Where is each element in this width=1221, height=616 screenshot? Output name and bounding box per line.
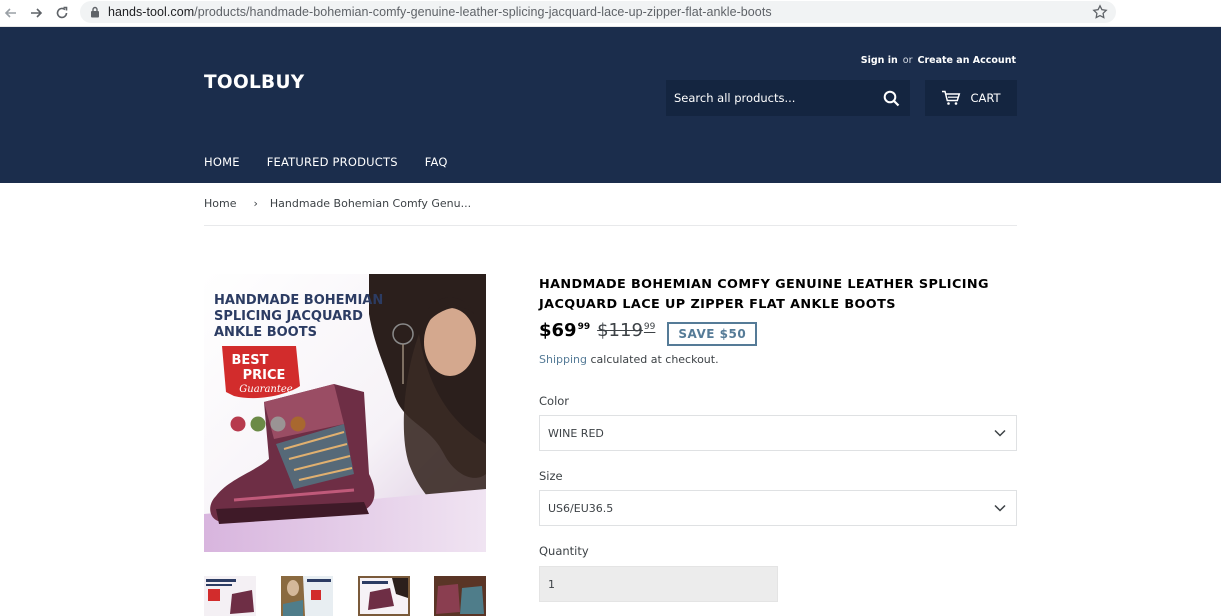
swatch-grey [270, 416, 286, 432]
color-select[interactable]: WINE RED [539, 415, 1017, 451]
product-main-image[interactable]: HANDMADE BOHEMIAN SPLICING JACQUARD ANKL… [204, 274, 486, 552]
breadcrumb-current: Handmade Bohemian Comfy Genu... [269, 197, 472, 210]
badge-best: BEST [231, 353, 268, 368]
nav-faq[interactable]: FAQ [425, 155, 448, 169]
compare-price-cents: 99 [643, 322, 656, 332]
site-header: TOOLBUY Sign inorCreate an Account CART … [0, 27, 1221, 183]
sale-price-cents: 99 [577, 322, 591, 332]
search-input[interactable] [666, 80, 872, 116]
swatch-green [250, 416, 266, 432]
chevron-down-icon [994, 429, 1006, 437]
main-nav: HOME FEATURED PRODUCTS FAQ [204, 155, 448, 169]
quantity-field [539, 566, 778, 602]
sale-price: $6999 [539, 320, 590, 341]
account-links: Sign in or Create an Account [861, 55, 1016, 66]
thumbnail-4[interactable] [434, 576, 486, 616]
save-badge: SAVE $50 [667, 322, 758, 346]
reload-icon[interactable] [53, 4, 71, 22]
url-text: hands-tool.com/products/handmade-bohemia… [108, 5, 772, 19]
quantity-label: Quantity [539, 544, 589, 558]
thumbnail-2[interactable] [281, 576, 333, 616]
size-select[interactable]: US6/EU36.5 [539, 490, 1017, 526]
color-select-value: WINE RED [548, 427, 604, 440]
badge-guarantee: Guarantee [239, 384, 293, 395]
breadcrumb-separator: › [253, 197, 258, 210]
shipping-note: Shipping calculated at checkout. [539, 353, 719, 366]
cart-icon [942, 90, 961, 105]
site-logo[interactable]: TOOLBUY [204, 72, 304, 93]
image-text-line2: SPLICING JACQUARD [214, 309, 363, 324]
size-label: Size [539, 469, 563, 483]
swatch-brown [290, 416, 306, 432]
compare-price-main: $119 [597, 320, 643, 341]
forward-arrow-icon[interactable] [27, 4, 45, 22]
sign-in-link[interactable]: Sign in [861, 55, 898, 66]
breadcrumb-home[interactable]: Home [204, 197, 236, 210]
thumbnail-1[interactable] [204, 576, 256, 616]
product-title: HANDMADE BOHEMIAN COMFY GENUINE LEATHER … [539, 277, 989, 312]
compare-at-price: $11999 [597, 320, 655, 341]
thumbnail-3-selected[interactable] [358, 576, 410, 616]
nav-featured-products[interactable]: FEATURED PRODUCTS [267, 155, 398, 169]
shipping-text: calculated at checkout. [587, 353, 719, 366]
address-bar[interactable]: hands-tool.com/products/handmade-bohemia… [80, 1, 1116, 23]
swatch-wine-red [230, 416, 246, 432]
search-button[interactable] [872, 80, 910, 116]
quantity-input[interactable] [540, 567, 777, 601]
breadcrumb: Home › Handmade Bohemian Comfy Genu... [204, 197, 471, 210]
breadcrumb-divider [204, 225, 1017, 226]
price-row: $6999 $11999 SAVE $50 [539, 320, 758, 346]
color-label: Color [539, 394, 570, 408]
shipping-link[interactable]: Shipping [539, 353, 587, 366]
browser-toolbar: hands-tool.com/products/handmade-bohemia… [0, 0, 1221, 27]
image-text-line1: HANDMADE BOHEMIAN [214, 293, 383, 308]
search-icon [883, 90, 899, 106]
url-path: /products/handmade-bohemian-comfy-genuin… [194, 5, 772, 19]
image-text-line3: ANKLE BOOTS [214, 325, 317, 340]
badge-price: PRICE [243, 368, 286, 383]
create-account-link[interactable]: Create an Account [918, 55, 1017, 66]
sale-price-main: $69 [539, 320, 577, 341]
bookmark-star-icon[interactable] [1092, 4, 1108, 20]
lock-icon [91, 6, 99, 18]
chevron-down-icon [994, 504, 1006, 512]
cart-label: CART [970, 91, 1001, 105]
or-text: or [902, 55, 913, 66]
size-select-value: US6/EU36.5 [548, 502, 614, 515]
search-form [666, 80, 910, 116]
url-host: hands-tool.com [108, 5, 195, 19]
back-arrow-icon[interactable] [2, 4, 20, 22]
cart-button[interactable]: CART [925, 80, 1017, 116]
nav-home[interactable]: HOME [204, 155, 240, 169]
